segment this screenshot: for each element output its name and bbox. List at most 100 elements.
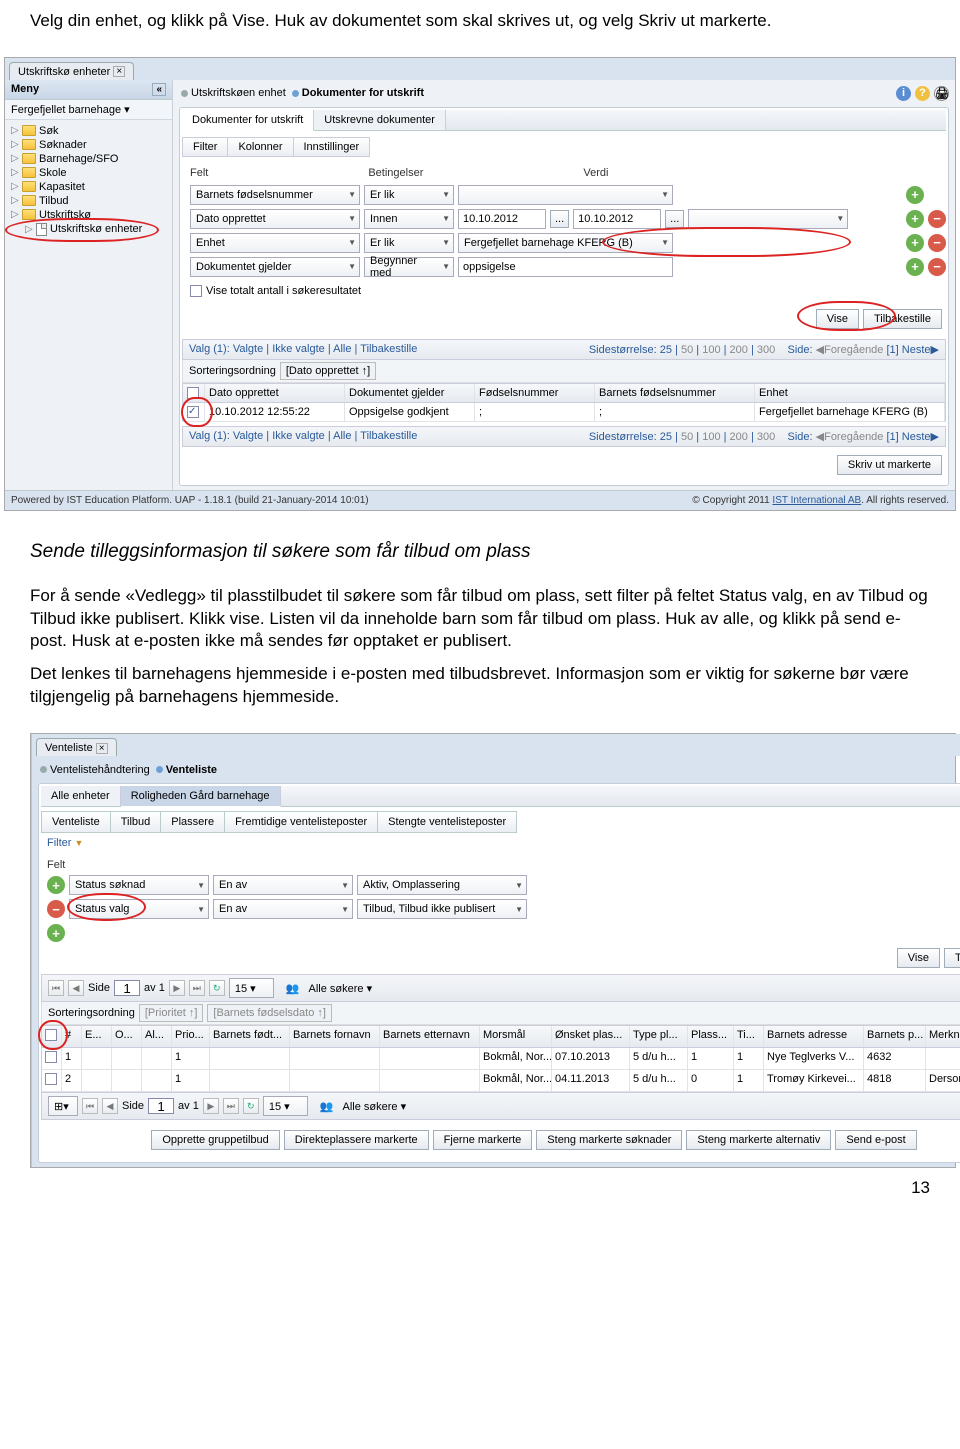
column-header[interactable]: Morsmål <box>480 1026 552 1047</box>
page-size-select[interactable]: 15 ▾ <box>229 978 274 998</box>
column-header[interactable]: O... <box>112 1026 142 1047</box>
tree-item[interactable]: ▷Skole <box>7 166 170 180</box>
op-select[interactable]: En av▼ <box>213 875 353 895</box>
subtab-plassere[interactable]: Plassere <box>160 811 225 833</box>
column-header[interactable]: Barnets adresse <box>764 1026 864 1047</box>
felt-select[interactable]: Dokumentet gjelder▼ <box>190 257 360 277</box>
op-select[interactable]: En av▼ <box>213 899 353 919</box>
prev-page-button[interactable]: ◀ <box>68 980 84 996</box>
column-header[interactable]: Barnets født... <box>210 1026 290 1047</box>
action-button[interactable]: Direkteplassere markerte <box>284 1130 429 1150</box>
value-select[interactable]: Fergefjellet barnehage KFERG (B)▼ <box>458 233 673 253</box>
subtab-kolonner[interactable]: Kolonner <box>227 137 293 157</box>
first-page-button[interactable]: ⏮ <box>48 980 64 996</box>
tab-dokumenter[interactable]: Dokumenter for utskrift <box>182 110 314 131</box>
betingelse-select[interactable]: Innen▼ <box>364 209 454 229</box>
add-filter-button[interactable]: + <box>906 234 924 252</box>
subtab-fremtidige[interactable]: Fremtidige ventelisteposter <box>224 811 378 833</box>
value-input[interactable] <box>458 257 673 277</box>
add-filter-button[interactable]: + <box>47 924 65 942</box>
date-to-input[interactable] <box>573 209 661 229</box>
column-header[interactable]: Merknad <box>926 1026 960 1047</box>
close-icon[interactable]: × <box>96 743 108 754</box>
column-header[interactable]: Ønsket plas... <box>552 1026 630 1047</box>
betingelse-select[interactable]: Er lik▼ <box>364 185 454 205</box>
tree-item[interactable]: ▷Barnehage/SFO <box>7 152 170 166</box>
select-all-checkbox[interactable] <box>45 1029 57 1041</box>
felt-select[interactable]: Dato opprettet▼ <box>190 209 360 229</box>
export-select[interactable]: ⊞▾ <box>48 1096 78 1116</box>
subtab-innstillinger[interactable]: Innstillinger <box>293 137 371 157</box>
vise-button[interactable]: Vise <box>897 948 940 968</box>
felt-select[interactable]: Status valg▼ <box>69 899 209 919</box>
tree-item[interactable]: ▷Utskriftskø <box>7 208 170 222</box>
tab-alle-enheter[interactable]: Alle enheter <box>41 786 121 806</box>
column-header[interactable]: Barnets etternavn <box>380 1026 480 1047</box>
tree-item[interactable]: ▷Kapasitet <box>7 180 170 194</box>
action-button[interactable]: Send e-post <box>835 1130 916 1150</box>
value-select[interactable]: Tilbud, Tilbud ikke publisert▼ <box>357 899 527 919</box>
subtab-venteliste[interactable]: Venteliste <box>41 811 111 833</box>
row-checkbox[interactable] <box>45 1051 57 1063</box>
row-checkbox[interactable] <box>187 406 199 418</box>
betingelse-select[interactable]: Begynner med▼ <box>364 257 454 277</box>
tree-item[interactable]: ▷Tilbud <box>7 194 170 208</box>
page-input[interactable] <box>148 1098 174 1114</box>
column-header[interactable] <box>42 1026 62 1047</box>
remove-filter-button[interactable]: − <box>928 210 946 228</box>
select-all-checkbox[interactable] <box>187 387 199 399</box>
page-input[interactable] <box>114 980 140 996</box>
tree-item[interactable]: ▷Utskriftskø enheter <box>7 222 170 237</box>
column-header[interactable]: Barnets fornavn <box>290 1026 380 1047</box>
print-icon[interactable]: 🖨 <box>934 86 949 101</box>
add-filter-button[interactable]: + <box>906 210 924 228</box>
row-checkbox[interactable] <box>45 1073 57 1085</box>
calendar-icon[interactable]: ... <box>665 210 684 228</box>
column-header[interactable]: Prio... <box>172 1026 210 1047</box>
betingelse-select[interactable]: Er lik▼ <box>364 233 454 253</box>
date-from-input[interactable] <box>458 209 546 229</box>
last-page-button[interactable]: ⏭ <box>189 980 205 996</box>
column-header[interactable]: # <box>62 1026 82 1047</box>
add-filter-button[interactable]: + <box>47 876 65 894</box>
table-row[interactable]: 10.10.2012 12:55:22 Oppsigelse godkjent … <box>182 403 946 422</box>
skriv-ut-markerte-button[interactable]: Skriv ut markerte <box>837 455 942 475</box>
refresh-button[interactable]: ↻ <box>209 980 225 996</box>
vise-button[interactable]: Vise <box>816 309 859 329</box>
info-icon[interactable]: i <box>896 86 911 101</box>
tilbakestille-button[interactable]: Tilbakestille <box>863 309 942 329</box>
next-page-button[interactable]: ▶ <box>169 980 185 996</box>
tree-item[interactable]: ▷Søknader <box>7 138 170 152</box>
table-row[interactable]: 21Bokmål, Nor...04.11.20135 d/u h...01Tr… <box>41 1070 960 1092</box>
tab-utskrevne[interactable]: Utskrevne dokumenter <box>314 110 446 130</box>
table-row[interactable]: 11Bokmål, Nor...07.10.20135 d/u h...11Ny… <box>41 1048 960 1070</box>
window-tab[interactable]: Utskriftskø enheter × <box>9 62 134 80</box>
sokere-select[interactable]: Alle søkere ▾ <box>304 978 394 998</box>
calendar-icon[interactable]: ... <box>550 210 569 228</box>
remove-filter-button[interactable]: − <box>928 258 946 276</box>
subtab-stengte[interactable]: Stengte ventelisteposter <box>377 811 517 833</box>
felt-select[interactable]: Enhet▼ <box>190 233 360 253</box>
column-header[interactable]: Plass... <box>688 1026 734 1047</box>
close-icon[interactable]: × <box>113 66 125 77</box>
value-select[interactable]: ▼ <box>458 185 673 205</box>
subtab-tilbud[interactable]: Tilbud <box>110 811 162 833</box>
column-header[interactable]: Type pl... <box>630 1026 688 1047</box>
add-filter-button[interactable]: + <box>906 186 924 204</box>
action-button[interactable]: Steng markerte søknader <box>536 1130 682 1150</box>
help-icon[interactable]: ? <box>915 86 930 101</box>
filter-toggle[interactable]: Filter▼ <box>41 833 960 853</box>
tree-item[interactable]: ▷Søk <box>7 124 170 138</box>
felt-select[interactable]: Status søknad▼ <box>69 875 209 895</box>
action-button[interactable]: Steng markerte alternativ <box>686 1130 831 1150</box>
unit-selector[interactable]: Fergefjellet barnehage ▾ <box>5 100 172 120</box>
add-filter-button[interactable]: + <box>906 258 924 276</box>
column-header[interactable]: E... <box>82 1026 112 1047</box>
total-checkbox[interactable] <box>190 285 202 297</box>
subtab-filter[interactable]: Filter <box>182 137 228 157</box>
sort-chip[interactable]: [Dato opprettet ↑] <box>280 362 376 380</box>
action-button[interactable]: Fjerne markerte <box>433 1130 533 1150</box>
felt-select[interactable]: Barnets fødselsnummer▼ <box>190 185 360 205</box>
column-header[interactable]: Barnets p... <box>864 1026 926 1047</box>
action-button[interactable]: Opprette gruppetilbud <box>151 1130 279 1150</box>
